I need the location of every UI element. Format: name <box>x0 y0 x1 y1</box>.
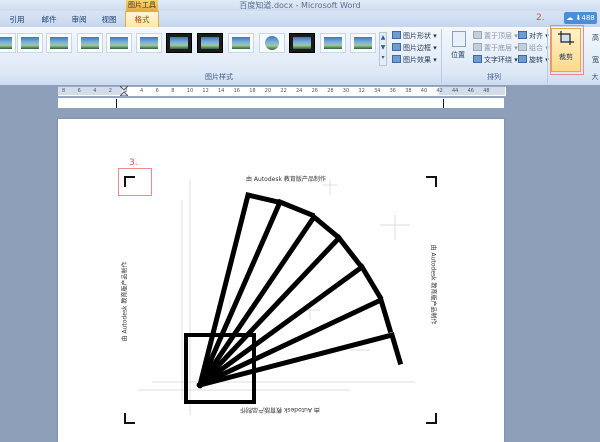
ruler-tick-label: 44 <box>452 88 459 94</box>
ruler-tick-label: 4 <box>93 88 97 94</box>
watermark-top: 由 Autodesk 教育版产品制作 <box>246 176 326 183</box>
ruler-tick-label: 6 <box>77 88 81 94</box>
send-to-back-button[interactable]: 置于底层 ▾ <box>473 43 518 54</box>
ruler-tick-label: 8 <box>62 88 66 94</box>
group-label-arrange: 排列 <box>487 73 501 81</box>
ruler-tick-label: 14 <box>218 88 225 94</box>
ruler-tick-label: 40 <box>420 88 428 94</box>
picture-border-button[interactable]: 图片边框 ▾ <box>392 43 437 54</box>
ruler-tick-label: 26 <box>311 88 318 94</box>
page-corner-mark <box>116 99 126 108</box>
ruler-tick-label: 2 <box>108 88 112 94</box>
position-label: 位置 <box>451 51 465 59</box>
ruler-tick-label: 38 <box>405 88 412 94</box>
ruler-tick-label: 6 <box>155 88 159 94</box>
group-icon <box>518 43 527 51</box>
text-wrap-button[interactable]: 文字环绕 ▾ <box>473 55 518 66</box>
picture-style-thumb[interactable] <box>259 33 285 53</box>
picture-style-thumb[interactable] <box>166 33 192 53</box>
tab-format[interactable]: 格式 <box>125 11 159 27</box>
picture-style-thumb[interactable] <box>289 33 315 53</box>
ruler-tick-label: 48 <box>483 88 490 94</box>
bring-to-front-button[interactable]: 置于顶层 ▾ <box>473 31 518 42</box>
picture-style-thumb[interactable] <box>350 33 376 53</box>
picture-style-thumb[interactable] <box>197 33 223 53</box>
picture-style-thumb[interactable] <box>320 33 346 53</box>
page-corner-mark <box>434 99 444 108</box>
effects-icon <box>392 55 401 63</box>
align-button[interactable]: 对齐 ▾ <box>518 31 549 42</box>
picture-style-thumb[interactable] <box>0 33 16 53</box>
ruler-tick-label: 22 <box>280 88 287 94</box>
picture-style-thumb[interactable] <box>17 33 43 53</box>
height-field-partial[interactable]: 高 <box>592 33 599 43</box>
ruler-tick-label: 18 <box>249 88 256 94</box>
align-icon <box>518 31 527 39</box>
annotation-2: 2. <box>536 13 545 23</box>
help-badge-count: 488 <box>581 14 595 22</box>
group-button[interactable]: 组合 ▾ <box>518 43 549 54</box>
picture-style-thumb[interactable] <box>77 33 103 53</box>
tab-mailings[interactable]: 邮件 <box>36 13 62 26</box>
ruler-left-margin <box>58 87 122 95</box>
ruler-tick-label: 8 <box>171 88 175 94</box>
watermark-right: 由 Autodesk 教育版产品制作 <box>429 244 437 325</box>
ruler-tick-label: 4 <box>140 88 144 94</box>
cloud-icon: ☁ ⬇ <box>566 14 582 22</box>
picture-shape-button[interactable]: 图片形状 ▾ <box>392 31 437 42</box>
indent-marker-icon[interactable] <box>120 86 128 96</box>
rotate-button[interactable]: 旋转 ▾ <box>518 55 549 66</box>
annotation-3: 3. <box>129 158 138 168</box>
bring-front-icon <box>473 31 482 39</box>
ruler-tick-label: 34 <box>374 88 381 94</box>
drawing-image[interactable] <box>130 180 430 415</box>
picture-style-thumb[interactable] <box>46 33 72 53</box>
ruler-tick-label: 28 <box>327 88 334 94</box>
ruler-tick-label: 20 <box>264 88 272 94</box>
watermark-bottom: 由 Autodesk 教育版产品制作 <box>240 406 320 413</box>
group-label-picture-styles: 图片样式 <box>205 73 233 81</box>
border-icon <box>392 43 401 51</box>
picture-style-thumb[interactable] <box>136 33 162 53</box>
shape-icon <box>392 31 401 39</box>
ruler-tick-label: 30 <box>342 88 350 94</box>
picture-style-thumb[interactable] <box>228 33 254 53</box>
tab-view[interactable]: 视图 <box>96 13 122 26</box>
help-badge[interactable]: ☁ ⬇488 <box>564 12 597 24</box>
window-title: 百度知道.docx - Microsoft Word <box>239 1 361 10</box>
send-back-icon <box>473 43 482 51</box>
width-field-partial[interactable]: 宽 <box>592 55 599 65</box>
annotation-3-box <box>118 168 152 196</box>
text-wrap-icon <box>473 55 482 63</box>
picture-tools-context-label: 图片工具 <box>126 0 158 11</box>
rotate-icon <box>518 55 527 63</box>
ruler-tick-label: 24 <box>296 88 303 94</box>
crop-annotation-box <box>550 25 584 75</box>
group-label-size: 大 <box>591 73 599 81</box>
tab-review[interactable]: 审阅 <box>66 13 92 26</box>
picture-effects-button[interactable]: 图片效果 ▾ <box>392 55 437 66</box>
gallery-scroll[interactable]: ▲ ▼ ▾ <box>379 32 387 66</box>
watermark-left: 由 Autodesk 教育版产品制作 <box>121 261 129 342</box>
group-separator <box>547 29 548 83</box>
ruler-tick-label: 46 <box>467 88 474 94</box>
ruler-tick-label: 16 <box>233 88 240 94</box>
ruler-tick-label: 10 <box>186 88 194 94</box>
ruler-tick-label: 12 <box>202 88 209 94</box>
ruler-tick-label: 36 <box>389 88 396 94</box>
ruler-tick-label: 32 <box>358 88 365 94</box>
ruler-tick-label: 42 <box>436 88 443 94</box>
tab-references[interactable]: 引用 <box>4 13 30 26</box>
picture-style-thumb[interactable] <box>106 33 132 53</box>
